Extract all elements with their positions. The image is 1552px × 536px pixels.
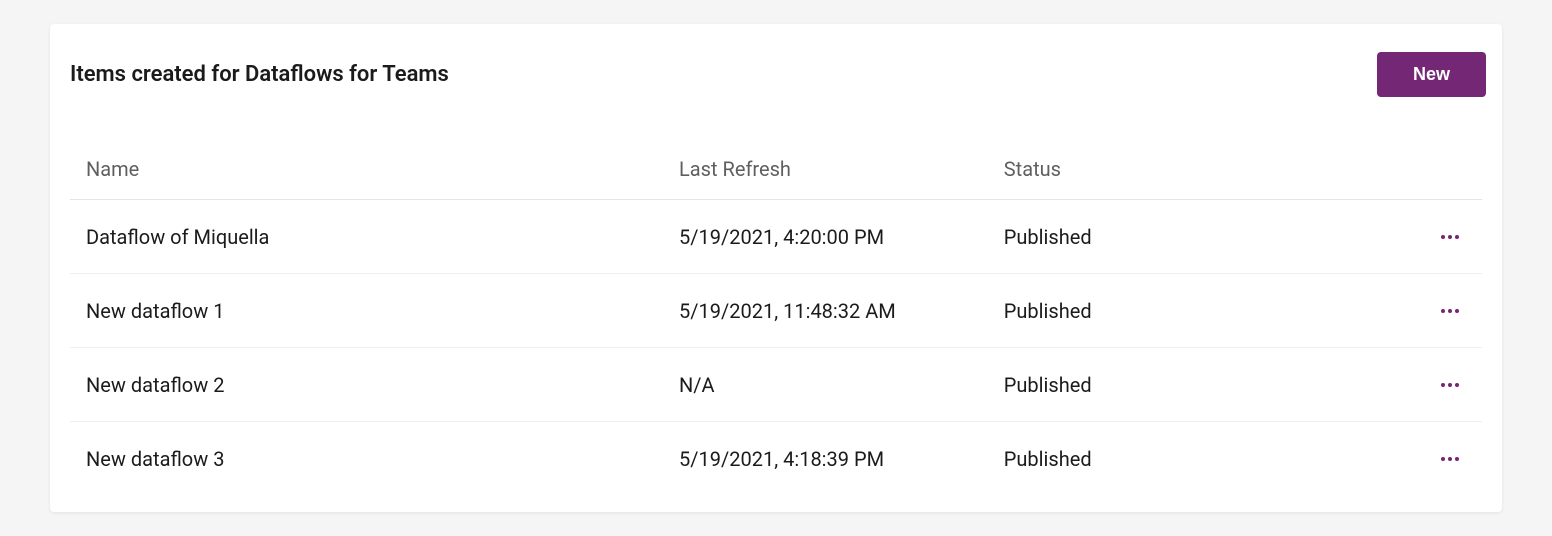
- row-actions-button[interactable]: [1434, 295, 1466, 327]
- column-header-name[interactable]: Name: [70, 139, 663, 200]
- table-row[interactable]: New dataflow 35/19/2021, 4:18:39 PMPubli…: [70, 422, 1482, 496]
- cell-name: New dataflow 3: [70, 422, 663, 496]
- column-header-status[interactable]: Status: [988, 139, 1341, 200]
- row-actions-button[interactable]: [1434, 369, 1466, 401]
- new-button[interactable]: New: [1377, 52, 1486, 97]
- page-title: Items created for Dataflows for Teams: [70, 62, 449, 87]
- cell-status: Published: [988, 200, 1341, 274]
- column-header-actions: [1341, 139, 1482, 200]
- column-header-last-refresh[interactable]: Last Refresh: [663, 139, 988, 200]
- card-header: Items created for Dataflows for Teams Ne…: [66, 48, 1486, 139]
- cell-name: New dataflow 2: [70, 348, 663, 422]
- more-horizontal-icon: [1441, 383, 1459, 387]
- more-horizontal-icon: [1441, 235, 1459, 239]
- dataflows-card: Items created for Dataflows for Teams Ne…: [50, 24, 1502, 512]
- dataflows-table-wrap: Name Last Refresh Status Dataflow of Miq…: [66, 139, 1486, 495]
- table-row[interactable]: New dataflow 15/19/2021, 11:48:32 AMPubl…: [70, 274, 1482, 348]
- more-horizontal-icon: [1441, 309, 1459, 313]
- cell-last-refresh: 5/19/2021, 4:18:39 PM: [663, 422, 988, 496]
- cell-status: Published: [988, 422, 1341, 496]
- cell-last-refresh: 5/19/2021, 11:48:32 AM: [663, 274, 988, 348]
- more-horizontal-icon: [1441, 457, 1459, 461]
- row-actions-button[interactable]: [1434, 221, 1466, 253]
- cell-status: Published: [988, 274, 1341, 348]
- dataflows-table: Name Last Refresh Status Dataflow of Miq…: [70, 139, 1482, 495]
- cell-status: Published: [988, 348, 1341, 422]
- cell-name: New dataflow 1: [70, 274, 663, 348]
- cell-last-refresh: N/A: [663, 348, 988, 422]
- row-actions-button[interactable]: [1434, 443, 1466, 475]
- table-row[interactable]: Dataflow of Miquella5/19/2021, 4:20:00 P…: [70, 200, 1482, 274]
- cell-actions: [1341, 274, 1482, 348]
- table-row[interactable]: New dataflow 2N/APublished: [70, 348, 1482, 422]
- cell-actions: [1341, 422, 1482, 496]
- cell-name: Dataflow of Miquella: [70, 200, 663, 274]
- table-header-row: Name Last Refresh Status: [70, 139, 1482, 200]
- cell-actions: [1341, 200, 1482, 274]
- cell-last-refresh: 5/19/2021, 4:20:00 PM: [663, 200, 988, 274]
- cell-actions: [1341, 348, 1482, 422]
